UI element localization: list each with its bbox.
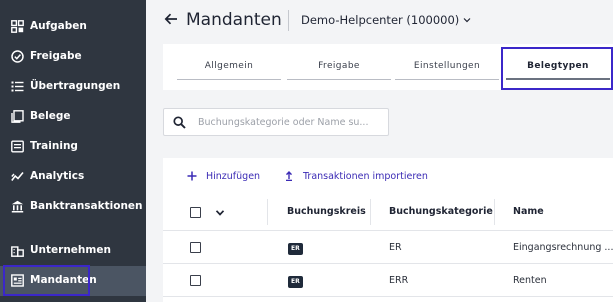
page-title: Mandanten xyxy=(186,10,282,30)
search-icon xyxy=(173,116,186,129)
sidebar-item-label: Banktransaktionen xyxy=(30,200,143,212)
booking-category-cell: ERR xyxy=(389,275,409,286)
import-transactions-label: Transaktionen importieren xyxy=(303,170,428,182)
chevron-down-icon[interactable] xyxy=(215,209,225,217)
analytics-icon xyxy=(11,171,24,181)
active-item-highlight xyxy=(3,265,90,296)
tab-allgemein[interactable]: Allgemein xyxy=(177,58,281,80)
sidebar-item-analytics[interactable]: Analytics xyxy=(0,162,146,192)
active-tab-highlight xyxy=(501,47,613,90)
upload-icon xyxy=(285,171,293,181)
column-divider xyxy=(370,199,371,225)
sidebar-item-label: Aufgaben xyxy=(30,20,87,32)
sidebar-item-uebertragungen[interactable]: Übertragungen xyxy=(0,72,146,102)
dashboard-icon xyxy=(11,20,24,33)
tab-freigabe[interactable]: Freigabe xyxy=(287,58,391,80)
row-checkbox[interactable] xyxy=(190,242,201,253)
column-divider xyxy=(494,199,495,225)
row-checkbox[interactable] xyxy=(190,275,201,286)
sidebar-item-label: Übertragungen xyxy=(30,80,121,92)
sidebar-item-aufgaben[interactable]: Aufgaben xyxy=(0,12,146,42)
booking-circle-badge: ER xyxy=(288,276,303,288)
tab-label: Allgemein xyxy=(204,61,254,71)
sidebar-item-label: Training xyxy=(30,140,78,152)
sidebar: Aufgaben Freigabe Übertragungen Belege T… xyxy=(0,0,146,302)
table-header: Buchungskreis Buchungskategorie Name xyxy=(163,196,613,231)
column-header-name[interactable]: Name xyxy=(513,206,544,217)
tenant-selector-label: Demo-Helpcenter (100000) xyxy=(301,13,460,27)
header-divider xyxy=(288,10,289,31)
search-box xyxy=(163,108,389,136)
table-row[interactable]: ER ERR Renten xyxy=(163,265,613,297)
list-icon xyxy=(11,81,24,92)
column-divider xyxy=(267,199,268,225)
add-button-label: Hinzufügen xyxy=(206,170,261,182)
check-circle-icon xyxy=(11,50,24,63)
column-header-buchungskategorie[interactable]: Buchungskategorie xyxy=(389,206,493,217)
plus-icon xyxy=(187,171,197,181)
sidebar-item-training[interactable]: Training xyxy=(0,132,146,162)
back-arrow-icon[interactable] xyxy=(164,12,178,26)
chevron-down-icon xyxy=(463,18,471,23)
name-cell: Renten xyxy=(513,275,547,286)
tab-label: Freigabe xyxy=(318,61,360,71)
page-header: Mandanten Demo-Helpcenter (100000) xyxy=(146,0,613,42)
company-icon xyxy=(11,246,24,257)
tab-label: Einstellungen xyxy=(413,61,481,71)
document-types-table: Hinzufügen Transaktionen importieren Buc… xyxy=(163,158,613,302)
documents-icon xyxy=(11,110,24,123)
booking-circle-badge: ER xyxy=(288,243,303,255)
tenant-selector[interactable]: Demo-Helpcenter (100000) xyxy=(301,13,471,27)
sidebar-item-label: Analytics xyxy=(30,170,85,182)
training-icon xyxy=(11,140,24,153)
select-all-checkbox[interactable] xyxy=(190,207,201,218)
name-cell: Eingangsrechnung ... xyxy=(513,242,613,253)
booking-category-cell: ER xyxy=(389,242,402,253)
add-button[interactable]: Hinzufügen xyxy=(187,169,260,183)
import-transactions-button[interactable]: Transaktionen importieren xyxy=(284,169,428,183)
sidebar-item-belege[interactable]: Belege xyxy=(0,102,146,132)
search-input[interactable] xyxy=(198,114,384,130)
column-header-buchungskreis[interactable]: Buchungskreis xyxy=(287,206,366,217)
table-row[interactable]: ER ER Eingangsrechnung ... xyxy=(163,232,613,264)
tab-einstellungen[interactable]: Einstellungen xyxy=(395,58,499,80)
sidebar-item-label: Unternehmen xyxy=(30,244,111,256)
sidebar-item-label: Freigabe xyxy=(30,50,82,62)
sidebar-item-unternehmen[interactable]: Unternehmen xyxy=(0,236,146,266)
sidebar-item-label: Belege xyxy=(30,110,71,122)
sidebar-item-freigabe[interactable]: Freigabe xyxy=(0,42,146,72)
sidebar-item-banktransaktionen[interactable]: Banktransaktionen xyxy=(0,192,146,222)
bank-icon xyxy=(11,200,24,213)
